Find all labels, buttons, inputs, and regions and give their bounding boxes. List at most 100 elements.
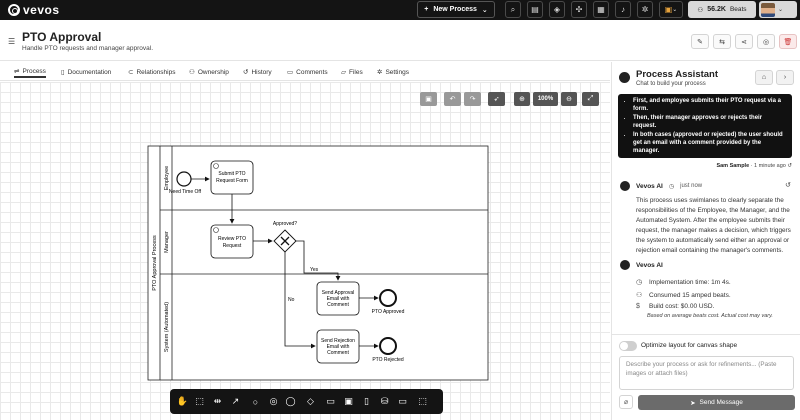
search-button[interactable]: ⌕ [505, 1, 521, 18]
attach-button[interactable]: ⌀ [619, 395, 633, 409]
tab-history[interactable]: ↺ History [243, 66, 272, 78]
metric-implementation-time: ◷ Implementation time: 1m 4s. [636, 278, 731, 287]
end-event-tool[interactable]: ◯ [283, 394, 298, 409]
ai-stats-header: Vevos AI [620, 260, 663, 270]
database-button[interactable]: ▤ [527, 1, 543, 18]
start-event-tool[interactable]: ○ [248, 394, 263, 409]
apps-button[interactable]: ▦ [593, 1, 609, 18]
link-icon: ⊂ [128, 69, 134, 76]
share-icon: ⋖ [741, 38, 747, 46]
diamond-icon: ◇ [307, 396, 314, 406]
tab-relationships[interactable]: ⊂ Relationships [128, 66, 175, 78]
transfer-button[interactable]: ⇆ [713, 34, 731, 49]
user-message: First, and employee submits their PTO re… [618, 94, 792, 158]
restore-icon[interactable]: ↺ [785, 181, 791, 189]
divider [612, 334, 800, 335]
new-process-label: New Process [433, 6, 477, 13]
collapse-panel-button[interactable]: › [776, 70, 794, 85]
settings-button[interactable]: ✲ [637, 1, 653, 18]
metric-text: Implementation time: 1m 4s. [649, 278, 731, 286]
flow-icon: ⇌ [14, 68, 20, 75]
page-title: PTO Approval [22, 30, 102, 44]
user-bullet: In both cases (approved or rejected) the… [633, 131, 786, 155]
chevron-down-icon: ⌄ [481, 6, 488, 14]
data-object-tool[interactable]: ▯ [359, 394, 374, 409]
tab-label: Process [22, 67, 46, 75]
process-tabs: ⇌ Process ▯ Documentation ⊂ Relationships ⚇… [0, 62, 610, 81]
workspace-button[interactable]: ▣ ⌄ [659, 1, 683, 18]
message-input[interactable] [619, 356, 794, 390]
process-canvas[interactable]: ▣ ↶ ↷ ➶ ⊕ 100% ⊖ ⤢ PTO Approval Process … [0, 82, 610, 420]
tab-ownership[interactable]: ⚇ Ownership [189, 66, 229, 78]
assistant-subtitle: Chat to build your process [636, 81, 706, 87]
beats-icon: ⚇ [636, 292, 643, 299]
pool-tool[interactable]: ▭ [395, 394, 410, 409]
connect-tool[interactable]: ↗ [228, 394, 243, 409]
metric-build-cost: $ Build cost: $0.00 USD. [636, 303, 714, 310]
intermediate-event-tool[interactable]: ◎ [266, 394, 281, 409]
layers-header-button[interactable]: ◎ [757, 34, 775, 49]
users-icon: ⚇ [189, 69, 195, 76]
end-event-approved[interactable] [379, 289, 397, 307]
clear-chat-button[interactable]: ⌂ [755, 70, 773, 85]
new-process-button[interactable]: + New Process ⌄ [417, 1, 495, 18]
pool-label: PTO Approval Process [152, 235, 158, 291]
arrow-icon: ↗ [231, 396, 240, 406]
no-label: No [288, 297, 295, 303]
group-tool[interactable]: ⬚ [415, 394, 430, 409]
hand-tool[interactable]: ✋ [175, 394, 190, 409]
end-event-rejected[interactable] [379, 337, 397, 355]
user-message-meta: Sam Sample · 1 minute ago ↺ [716, 163, 792, 169]
gateway-tool[interactable]: ◇ [303, 394, 318, 409]
beats-icon: ⚇ [697, 6, 704, 14]
history-icon[interactable]: ↺ [787, 163, 792, 169]
share-button[interactable]: ⋖ [735, 34, 753, 49]
chevron-down-icon: ⌄ [778, 7, 784, 13]
subprocess-tool[interactable]: ▣ [341, 394, 356, 409]
task-tool[interactable]: ▭ [323, 394, 338, 409]
tab-settings[interactable]: ✲ Settings [377, 66, 409, 78]
tab-label: Comments [296, 68, 328, 76]
task-label: Comment [327, 350, 349, 356]
notifications-button[interactable]: ♪ [615, 1, 631, 18]
tab-label: History [251, 68, 272, 76]
delete-button[interactable]: 🗑 [779, 34, 797, 49]
send-message-button[interactable]: ➤ Send Message [638, 395, 795, 410]
ai-avatar-icon [620, 260, 630, 270]
send-label: Send Message [699, 399, 743, 406]
integrations-button[interactable]: ✣ [571, 1, 587, 18]
optimize-layout-toggle[interactable] [619, 341, 637, 351]
start-event-label: Need Time Off [169, 189, 202, 195]
tab-files[interactable]: ▱ Files [341, 66, 363, 78]
tab-documentation[interactable]: ▯ Documentation [61, 66, 111, 78]
vevos-logo[interactable]: vevos [8, 3, 60, 17]
sliders-icon[interactable]: ☰ [8, 37, 15, 46]
magic-button[interactable]: ✎ [691, 34, 709, 49]
layers-button[interactable]: ◈ [549, 1, 565, 18]
data-store-tool[interactable]: ⛁ [377, 394, 392, 409]
task-label: Review PTO [218, 236, 246, 242]
logo-text: vevos [23, 3, 60, 17]
lasso-tool[interactable]: ⬚ [192, 394, 207, 409]
canvas-toolbox: ✋ ⬚ ⇹ ↗ ○ ◎ ◯ ◇ ▭ ▣ ▯ ⛁ ▭ ⬚ [170, 389, 443, 414]
beats-label: Beats [729, 6, 747, 13]
comment-icon: ▭ [287, 69, 294, 76]
space-tool[interactable]: ⇹ [210, 394, 225, 409]
layers-icon: ◈ [553, 5, 561, 14]
database-icon: ⛁ [380, 396, 389, 406]
metric-text: Consumed 15 amped beats. [649, 291, 731, 299]
tab-process[interactable]: ⇌ Process [14, 66, 46, 78]
beats-balance[interactable]: ⚇ 56.2K Beats [688, 1, 756, 18]
dollar-icon: $ [636, 303, 640, 310]
ai-time: just now [680, 183, 703, 189]
ai-message-header: Vevos AI ◷ just now [620, 181, 702, 191]
yes-label: Yes [310, 267, 319, 273]
tab-comments[interactable]: ▭ Comments [287, 66, 328, 78]
tab-label: Ownership [197, 68, 229, 76]
wand-icon: ✎ [697, 38, 703, 46]
user-menu[interactable]: ⌄ [759, 1, 797, 18]
end-event-label: PTO Approved [372, 309, 405, 315]
lane-label: Employee [164, 166, 170, 190]
lane-label: Manager [164, 231, 170, 253]
start-event[interactable] [176, 171, 192, 187]
